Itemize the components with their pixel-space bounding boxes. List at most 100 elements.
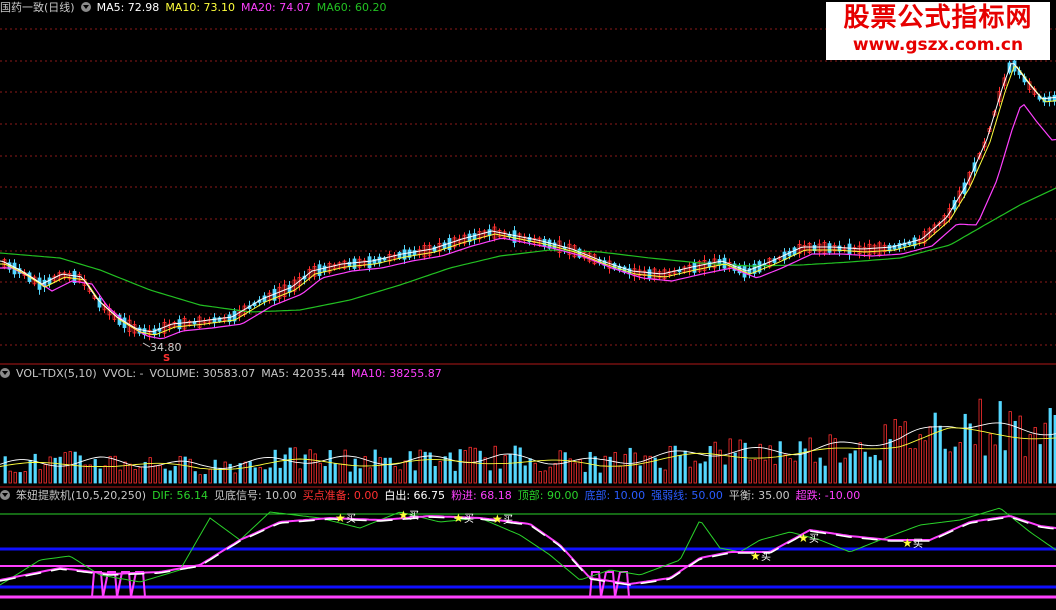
volume-bar <box>218 467 222 484</box>
volume-bar <box>448 452 452 484</box>
volume-bar <box>453 470 457 484</box>
volume-bar <box>678 455 682 484</box>
volume-bar <box>658 467 662 484</box>
volume-bar <box>348 471 352 484</box>
volume-bar <box>293 447 297 484</box>
candle-body <box>352 258 357 269</box>
volume-bar <box>703 461 707 484</box>
volume-bar <box>383 457 387 484</box>
volume-bar <box>193 471 197 484</box>
volume-bar <box>713 441 717 484</box>
buy-label: 买 <box>503 514 513 526</box>
volume-bar <box>88 464 92 484</box>
indicator-header: 笨妞提款机(10,5,20,250) DIF: 56.14 见底信号: 10.00 买… <box>0 489 866 503</box>
volume-bar <box>578 459 582 484</box>
volume-bar <box>563 452 567 484</box>
ma60-value: MA60: 60.20 <box>316 1 387 14</box>
volume-bar <box>368 467 372 484</box>
volume-bar <box>953 446 957 484</box>
volume-bar <box>1003 450 1007 484</box>
volume-bar <box>463 450 467 484</box>
volume-bar <box>808 437 812 484</box>
dibu-value: 底部: 10.00 <box>584 489 646 502</box>
volume-bar <box>458 449 462 484</box>
volume-bar <box>528 458 532 484</box>
volume-bar <box>308 449 312 484</box>
buy-star-icon: ★ <box>335 511 346 525</box>
volume-bar <box>253 467 257 484</box>
volume-bar <box>853 450 857 484</box>
volume-bar <box>1033 427 1037 484</box>
volume-bar <box>773 463 777 484</box>
qiangruo-value: 强弱线: 50.00 <box>651 489 723 502</box>
volume-bar <box>138 466 142 484</box>
volume-bar <box>988 433 992 484</box>
volume-bar <box>748 459 752 484</box>
volume-bar <box>708 446 712 484</box>
vol-indicator-name: VOL-TDX(5,10) <box>16 367 97 380</box>
candle-body <box>487 229 492 236</box>
buy-star-icon: ★ <box>798 531 809 545</box>
volume-bar <box>468 446 472 484</box>
volume-bar <box>968 423 972 484</box>
dropdown-circle-icon[interactable] <box>0 490 10 500</box>
dropdown-circle-icon[interactable] <box>80 2 91 12</box>
volume-bar <box>498 468 502 484</box>
volume-bar <box>478 450 482 484</box>
volume-bar <box>473 447 477 484</box>
dropdown-circle-icon[interactable] <box>0 368 10 378</box>
volume-bar <box>188 458 192 484</box>
volume-bar <box>998 401 1002 484</box>
volume-bar <box>803 448 807 484</box>
volume-bar <box>513 445 517 484</box>
volume-bar <box>523 465 527 484</box>
volume-bar <box>103 465 107 484</box>
volume-bar <box>783 454 787 484</box>
chart-canvas[interactable]: ★ 买 ★ 买 ★ 买 ★ 买★ 买★ 买 ★ 买 34.80 S <box>0 0 1056 610</box>
volume-bar <box>538 471 542 484</box>
volume-bar <box>323 466 327 484</box>
volume-bar <box>93 459 97 484</box>
volume-bar <box>518 447 522 484</box>
volume-bar <box>883 424 887 484</box>
ma20-value: MA20: 74.07 <box>241 1 311 14</box>
price-header: 国药一致(日线) MA5: 72.98 MA10: 73.10 MA20: 74.07… <box>0 1 392 15</box>
buy-label: 买 <box>761 551 771 563</box>
volume-bar <box>983 455 987 484</box>
baichu-value: 白出: 66.75 <box>384 489 446 502</box>
price-grid <box>0 28 1056 346</box>
volume-bar <box>98 468 102 484</box>
price-candles <box>2 56 1056 341</box>
indicator-name: 笨妞提款机(10,5,20,250) <box>16 489 147 502</box>
volume-bar <box>1028 434 1032 484</box>
volume-bar <box>653 457 657 484</box>
volume-bar <box>923 440 927 484</box>
volume-bar <box>148 457 152 484</box>
candle-body <box>177 319 182 330</box>
volume-bar <box>63 452 67 484</box>
volume-bar <box>343 449 347 484</box>
volume-bar <box>328 450 332 484</box>
volume-bar <box>268 467 272 484</box>
candle-body <box>722 257 727 269</box>
volume-bar <box>58 456 62 484</box>
jiandi-value: 见底信号: 10.00 <box>213 489 297 502</box>
volume-bar <box>208 468 212 484</box>
chaodie-value: 超跌: -10.00 <box>795 489 861 502</box>
volume-bar <box>483 457 487 484</box>
volume-bar <box>738 439 742 484</box>
volume-bar <box>903 421 907 484</box>
volume-bar <box>818 457 822 484</box>
volume-bar <box>43 464 47 484</box>
volume-bar <box>73 451 77 484</box>
volume-bar <box>433 465 437 484</box>
volume-bar <box>158 465 162 484</box>
volume-bar <box>908 448 912 484</box>
volume-bar <box>298 468 302 484</box>
volume-bar <box>3 456 7 484</box>
fenjin-value: 粉进: 68.18 <box>451 489 512 502</box>
buy-star-icon: ★ <box>453 511 464 525</box>
vol-ma5-value: MA5: 42035.44 <box>261 367 345 380</box>
volume-bar <box>508 453 512 484</box>
buy-label: 买 <box>809 533 819 545</box>
